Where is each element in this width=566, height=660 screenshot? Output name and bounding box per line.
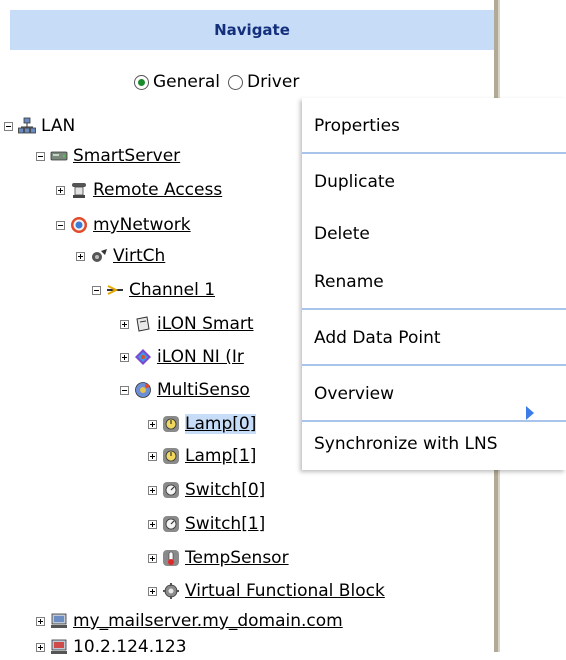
menu-item-duplicate[interactable]: Duplicate: [314, 172, 395, 192]
tree-label: SmartServer: [73, 146, 181, 166]
expand-toggle[interactable]: [148, 586, 157, 596]
tree-label: my_mailserver.my_domain.com: [73, 611, 343, 631]
collapse-toggle[interactable]: [120, 385, 129, 395]
menu-item-overview[interactable]: Overview: [314, 384, 394, 404]
gear-block-icon: [163, 583, 179, 599]
switch-block-icon: [163, 516, 179, 532]
tree-label: LAN: [41, 116, 76, 136]
tree-node-ilon-ni[interactable]: iLON NI (Ir: [120, 344, 244, 370]
tree-node-lamp-0[interactable]: Lamp[0]: [148, 411, 257, 437]
tree-node-mailserver[interactable]: my_mailserver.my_domain.com: [36, 608, 343, 634]
device-icon: [136, 316, 150, 332]
menu-separator: [302, 308, 566, 310]
tree-node-tempsensor[interactable]: TempSensor: [148, 545, 289, 571]
expand-toggle[interactable]: [56, 185, 65, 195]
expand-toggle[interactable]: [148, 485, 157, 495]
interface-icon: [135, 349, 151, 365]
menu-item-delete[interactable]: Delete: [314, 224, 370, 244]
tree-node-smartserver[interactable]: SmartServer: [36, 143, 180, 169]
tree-node-virtch[interactable]: VirtCh: [76, 243, 165, 269]
menu-separator: [302, 420, 566, 422]
menu-separator: [302, 152, 566, 154]
menu-item-add-data-point[interactable]: Add Data Point: [314, 328, 441, 348]
tree-node-ilon-smart[interactable]: iLON Smart: [120, 311, 254, 337]
collapse-toggle[interactable]: [36, 151, 45, 161]
expand-toggle[interactable]: [36, 642, 45, 652]
expand-toggle[interactable]: [148, 451, 157, 461]
tree-node-switch-0[interactable]: Switch[0]: [148, 477, 265, 503]
menu-item-properties[interactable]: Properties: [314, 116, 400, 136]
tree-label: myNetwork: [93, 215, 191, 235]
expand-toggle[interactable]: [120, 319, 129, 329]
expand-toggle[interactable]: [148, 553, 157, 563]
tree-node-lan[interactable]: LAN: [4, 113, 75, 139]
expand-toggle[interactable]: [120, 352, 129, 362]
network-logo-icon: [71, 217, 87, 233]
tree-node-virtual-functional-block[interactable]: Virtual Functional Block: [148, 578, 385, 604]
tree-label: Lamp[1]: [185, 446, 257, 466]
expand-toggle[interactable]: [36, 616, 45, 626]
tree-label: Channel 1: [129, 280, 216, 300]
network-host-icon: [51, 639, 67, 654]
virtual-channel-icon: [92, 249, 107, 262]
menu-item-synchronize-with-lns[interactable]: Synchronize with LNS: [314, 434, 498, 454]
tree-label: Remote Access: [93, 180, 223, 200]
lamp-block-icon: [163, 416, 179, 432]
tree-label: iLON Smart: [157, 314, 254, 334]
tree-label: Virtual Functional Block: [185, 581, 385, 601]
tree-label: TempSensor: [185, 548, 289, 568]
context-menu: Properties Duplicate Delete Rename Add D…: [302, 98, 566, 470]
server-icon: [50, 151, 68, 161]
lan-network-icon: [18, 117, 36, 134]
tree-label: Switch[1]: [185, 514, 266, 534]
telephone-icon: [72, 183, 86, 198]
channel-icon: [107, 285, 123, 295]
tree-node-switch-1[interactable]: Switch[1]: [148, 511, 265, 537]
expand-toggle[interactable]: [148, 419, 157, 429]
sensor-device-icon: [135, 382, 151, 398]
tree-node-remote-access[interactable]: Remote Access: [56, 177, 222, 203]
tree-label: 10.2.124.123: [73, 637, 187, 657]
tree-node-lamp-1[interactable]: Lamp[1]: [148, 443, 256, 469]
tree-label: Lamp[0]: [185, 414, 257, 434]
expand-toggle[interactable]: [76, 251, 85, 261]
submenu-arrow-icon: [526, 406, 534, 420]
tree-node-ip-host[interactable]: 10.2.124.123: [36, 634, 187, 660]
thermometer-icon: [163, 550, 179, 566]
collapse-toggle[interactable]: [4, 121, 13, 131]
switch-block-icon: [163, 482, 179, 498]
lamp-block-icon: [163, 448, 179, 464]
menu-item-rename[interactable]: Rename: [314, 272, 384, 292]
tree-node-multisensor[interactable]: MultiSenso: [120, 377, 250, 403]
tree-node-mynetwork[interactable]: myNetwork: [56, 212, 191, 238]
tree-label: Switch[0]: [185, 480, 266, 500]
tree-label: MultiSenso: [157, 380, 250, 400]
expand-toggle[interactable]: [148, 519, 157, 529]
collapse-toggle[interactable]: [56, 220, 65, 230]
menu-separator: [302, 364, 566, 366]
tree-label: VirtCh: [113, 246, 166, 266]
tree-node-channel-1[interactable]: Channel 1: [92, 277, 215, 303]
computer-icon: [51, 613, 67, 628]
tree-label: iLON NI (Ir: [157, 347, 244, 367]
collapse-toggle[interactable]: [92, 285, 101, 295]
